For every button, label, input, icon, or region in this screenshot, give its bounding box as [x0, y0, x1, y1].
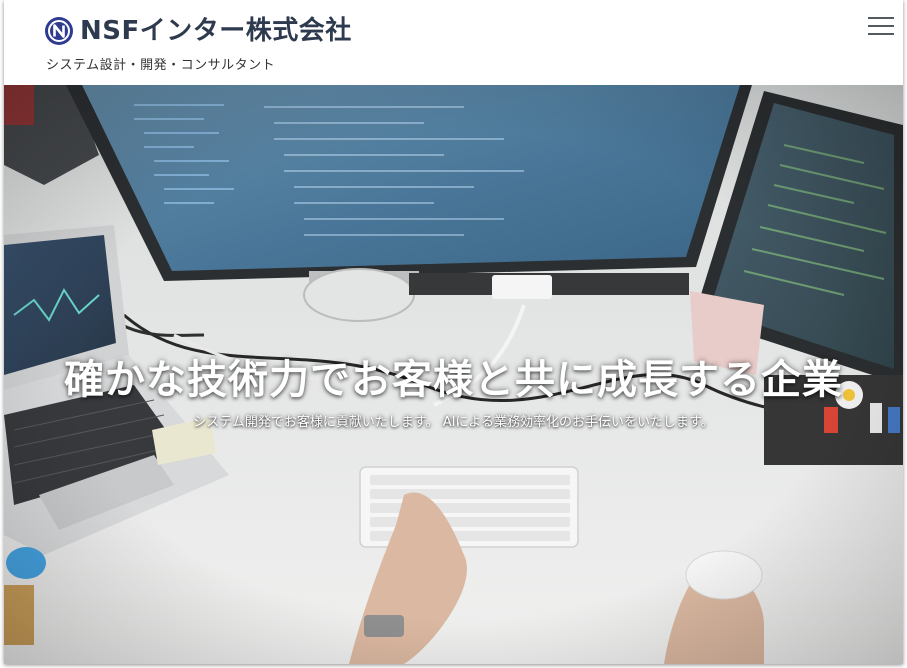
brand-logo-link[interactable]: NSFインター株式会社 [44, 14, 352, 48]
hamburger-menu-icon[interactable] [866, 14, 896, 38]
hero-title: 確かな技術力でお客様と共に成長する企業 [64, 357, 843, 403]
site-header: NSFインター株式会社 システム設計・開発・コンサルタント [4, 0, 903, 85]
hero-subtitle: システム開発でお客様に貢献いたします。 AIによる業務効率化のお手伝いをいたしま… [193, 415, 714, 430]
company-tagline: システム設計・開発・コンサルタント [46, 58, 276, 73]
nsf-logo-icon [45, 17, 73, 45]
browser-viewport: NSFインター株式会社 システム設計・開発・コンサルタント 確かな技術力でお客様… [4, 0, 903, 664]
hero-section: 確かな技術力でお客様と共に成長する企業 システム開発でお客様に貢献いたします。 … [4, 85, 903, 664]
company-name[interactable]: NSFインター株式会社 [80, 14, 352, 48]
